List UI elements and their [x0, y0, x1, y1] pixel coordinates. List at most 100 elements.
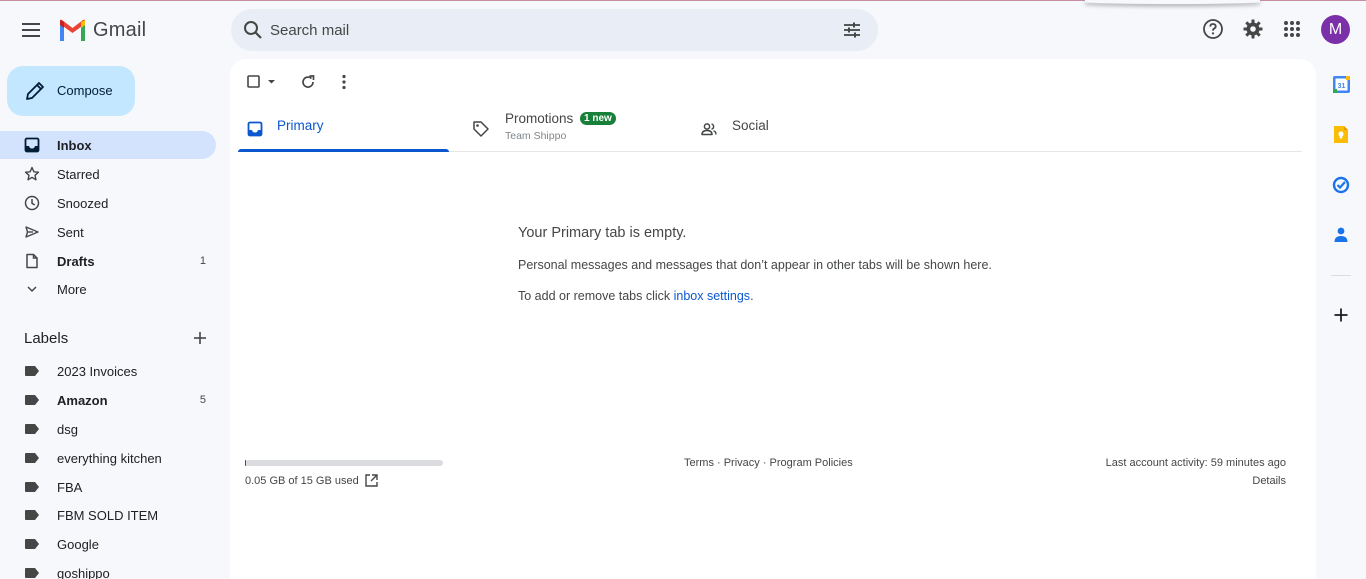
tab-social[interactable]: Social	[692, 101, 903, 151]
label-tag-icon	[24, 363, 40, 379]
label-item-name: everything kitchen	[57, 451, 162, 466]
label-item-name: FBM SOLD ITEM	[57, 508, 159, 523]
tab-primary-label: Primary	[277, 118, 324, 133]
plus-icon	[1334, 308, 1348, 322]
label-item-count: 5	[199, 394, 206, 406]
window-shadow	[1085, 0, 1260, 4]
app-name: Gmail	[93, 18, 147, 41]
label-item[interactable]: dsg	[0, 415, 216, 443]
add-label-icon[interactable]	[191, 329, 209, 347]
activity-details-link[interactable]: Details	[1252, 475, 1286, 487]
sidebar-item-label: Snoozed	[57, 196, 109, 211]
search-input[interactable]	[270, 17, 830, 43]
label-item[interactable]: FBA	[0, 473, 216, 501]
empty-state-hint-prefix: To add or remove tabs click	[518, 289, 674, 303]
contacts-icon	[1334, 227, 1348, 242]
refresh-icon	[302, 75, 315, 88]
send-icon	[24, 224, 40, 240]
search-icon[interactable]	[241, 18, 265, 42]
calendar-icon: 31	[1332, 75, 1350, 93]
sidebar-item-more[interactable]: More	[0, 275, 216, 303]
hamburger-menu-icon	[22, 23, 40, 37]
pencil-icon	[26, 82, 44, 100]
search-bar[interactable]	[231, 9, 878, 51]
sidebar-item-snoozed[interactable]: Snoozed	[0, 189, 216, 217]
get-addons-button[interactable]	[1331, 305, 1351, 325]
side-panel-divider	[1331, 275, 1351, 276]
label-item[interactable]: 2023 Invoices	[0, 357, 216, 385]
inbox-tab-icon	[246, 120, 264, 138]
gear-icon	[1243, 19, 1263, 39]
label-item-name: 2023 Invoices	[57, 364, 138, 379]
label-item[interactable]: goshippo	[0, 559, 216, 579]
more-actions-button[interactable]	[333, 71, 355, 93]
sidebar-item-starred[interactable]: Starred	[0, 160, 216, 188]
sidebar-item-label: More	[57, 282, 87, 297]
tab-promotions-sender: Team Shippo	[505, 130, 567, 142]
tab-social-label: Social	[732, 118, 769, 133]
keep-icon	[1334, 125, 1348, 143]
footer-policy-links[interactable]: Terms · Privacy · Program Policies	[684, 457, 853, 469]
compose-label: Compose	[57, 83, 113, 98]
support-button[interactable]	[1201, 17, 1225, 41]
refresh-button[interactable]	[297, 71, 319, 93]
storage-usage-text: 0.05 GB of 15 GB used	[245, 475, 359, 487]
account-avatar[interactable]: M	[1321, 15, 1350, 44]
label-item[interactable]: Google	[0, 530, 216, 558]
label-item-name: dsg	[57, 422, 78, 437]
new-count-badge: 1 new	[580, 112, 616, 125]
label-item[interactable]: Amazon 5	[0, 386, 216, 414]
more-vert-icon	[342, 74, 346, 90]
sidebar-item-label: Inbox	[57, 138, 92, 153]
label-item-name: goshippo	[57, 566, 110, 579]
tag-icon	[472, 120, 490, 138]
tab-promotions[interactable]: Promotions 1 new Team Shippo	[464, 101, 675, 151]
inbox-icon	[24, 137, 40, 153]
last-account-activity: Last account activity: 59 minutes ago	[1105, 457, 1286, 469]
label-tag-icon	[24, 507, 40, 523]
help-icon	[1203, 19, 1223, 39]
contacts-app-button[interactable]	[1331, 225, 1351, 245]
label-item-name: Amazon	[57, 393, 108, 408]
keep-app-button[interactable]	[1331, 124, 1351, 144]
active-tab-indicator	[238, 149, 449, 152]
tasks-app-button[interactable]	[1331, 175, 1351, 195]
label-tag-icon	[24, 565, 40, 579]
label-tag-icon	[24, 479, 40, 495]
sidebar-item-label: Sent	[57, 225, 84, 240]
open-in-new-icon[interactable]	[364, 473, 379, 488]
main-menu-button[interactable]	[18, 16, 46, 44]
checkbox-icon	[247, 75, 275, 88]
svg-text:31: 31	[1337, 83, 1345, 90]
settings-button[interactable]	[1241, 17, 1265, 41]
clock-icon	[24, 195, 40, 211]
label-item-name: FBA	[57, 480, 83, 495]
google-apps-button[interactable]	[1280, 17, 1304, 41]
select-all-checkbox[interactable]	[244, 71, 278, 93]
sidebar-item-label: Starred	[57, 167, 100, 182]
search-options-icon[interactable]	[840, 18, 864, 42]
label-tag-icon	[24, 421, 40, 437]
empty-state-hint: To add or remove tabs click inbox settin…	[518, 289, 754, 303]
sidebar-item-label: Drafts	[57, 254, 95, 269]
label-tag-icon	[24, 392, 40, 408]
label-tag-icon	[24, 450, 40, 466]
inbox-settings-link[interactable]: inbox settings	[674, 289, 750, 303]
sidebar-item-inbox[interactable]: Inbox	[0, 131, 216, 159]
compose-button[interactable]: Compose	[7, 66, 135, 116]
sidebar-item-sent[interactable]: Sent	[0, 218, 216, 246]
label-item[interactable]: everything kitchen	[0, 444, 216, 472]
empty-state-description: Personal messages and messages that don’…	[518, 258, 992, 272]
label-tag-icon	[24, 536, 40, 552]
labels-heading: Labels	[24, 330, 69, 347]
storage-usage-bar	[245, 460, 443, 466]
star-icon	[24, 166, 40, 182]
gmail-logo[interactable]: Gmail	[58, 18, 146, 42]
calendar-app-button[interactable]: 31	[1331, 74, 1351, 94]
tab-primary[interactable]: Primary	[238, 101, 449, 152]
sidebar-item-drafts[interactable]: Drafts 1	[0, 247, 216, 275]
label-item[interactable]: FBM SOLD ITEM	[0, 501, 216, 529]
tab-promotions-label: Promotions	[505, 111, 574, 126]
label-item-name: Google	[57, 537, 99, 552]
people-icon	[700, 120, 718, 138]
